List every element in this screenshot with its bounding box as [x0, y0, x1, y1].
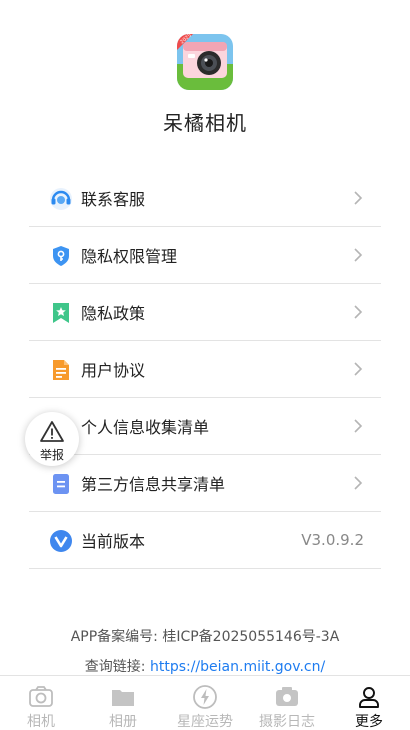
menu-item-label: 当前版本: [81, 532, 146, 551]
app-name: 呆橘相机: [163, 111, 247, 135]
report-button[interactable]: 举报: [25, 412, 79, 466]
menu-item-label: 联系客服: [81, 190, 146, 209]
tab-label: 星座运势: [177, 714, 233, 730]
menu-item-label: 隐私权限管理: [81, 247, 178, 266]
camera-icon: [28, 684, 54, 710]
tab-more[interactable]: 更多: [328, 676, 410, 730]
menu-item-privacy-policy[interactable]: 隐私政策: [29, 284, 381, 341]
menu-item-personal-info-list[interactable]: 个人信息收集清单: [29, 398, 381, 455]
tab-photo-journal[interactable]: 摄影日志: [246, 676, 328, 730]
chevron-right-icon: [353, 361, 363, 377]
version-value: V3.0.9.2: [301, 531, 364, 549]
query-label: 查询链接:: [84, 659, 150, 675]
menu-item-contact-support[interactable]: 联系客服: [29, 170, 381, 227]
v-logo-icon: [49, 529, 73, 553]
report-label: 举报: [39, 448, 64, 462]
icp-filing-number: APP备案编号: 桂ICP备2025055146号-3A: [70, 629, 340, 645]
person-icon: [356, 684, 382, 710]
app-header: 2025 呆橘相机: [0, 0, 410, 150]
menu-item-current-version[interactable]: 当前版本 V3.0.9.2: [29, 512, 381, 569]
menu-item-third-party-sharing-list[interactable]: 第三方信息共享清单: [29, 455, 381, 512]
app-logo: 2025: [177, 34, 233, 90]
customer-service-icon: [49, 187, 73, 211]
chevron-right-icon: [353, 304, 363, 320]
tab-camera[interactable]: 相机: [0, 676, 82, 730]
tab-horoscope[interactable]: 星座运势: [164, 676, 246, 730]
filing-query: 查询链接: https://beian.miit.gov.cn/: [0, 656, 410, 676]
menu-item-user-agreement[interactable]: 用户协议: [29, 341, 381, 398]
tab-album[interactable]: 相册: [82, 676, 164, 730]
tab-label: 相机: [27, 714, 55, 730]
list-icon: [49, 472, 73, 496]
menu-item-label: 第三方信息共享清单: [81, 475, 226, 494]
filing-query-link[interactable]: https://beian.miit.gov.cn/: [150, 659, 325, 675]
photo-journal-icon: [274, 684, 300, 710]
document-icon: [49, 358, 73, 382]
warning-icon: [39, 420, 65, 444]
menu-item-privacy-permissions[interactable]: 隐私权限管理: [29, 227, 381, 284]
tab-label: 更多: [355, 714, 383, 730]
tab-label: 摄影日志: [259, 714, 315, 730]
chevron-right-icon: [353, 247, 363, 263]
chevron-right-icon: [353, 475, 363, 491]
folder-icon: [110, 684, 136, 710]
menu-item-label: 用户协议: [81, 361, 146, 380]
lightning-icon: [192, 684, 218, 710]
chevron-right-icon: [353, 418, 363, 434]
bookmark-star-icon: [49, 301, 73, 325]
shield-key-icon: [49, 244, 73, 268]
bottom-tab-bar: 相机 相册 星座运势 摄影日志 更多: [0, 675, 410, 730]
menu-item-label: 个人信息收集清单: [81, 418, 210, 437]
menu-item-label: 隐私政策: [81, 304, 146, 323]
chevron-right-icon: [353, 190, 363, 206]
tab-label: 相册: [109, 714, 137, 730]
settings-menu: 联系客服 隐私权限管理 隐私政策 用户协议 个人信息收集清单 第三方信息共享清单…: [29, 170, 381, 569]
